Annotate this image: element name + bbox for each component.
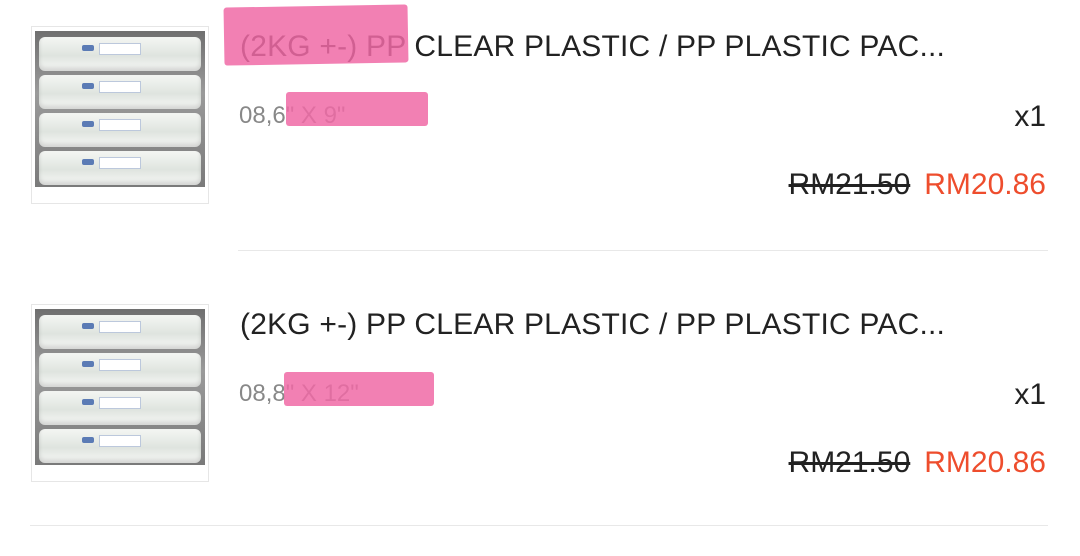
quantity: x1 [1014, 100, 1046, 133]
discounted-price: RM20.86 [924, 446, 1046, 479]
product-thumbnail[interactable] [31, 304, 209, 482]
product-title[interactable]: (2KG +-) PP CLEAR PLASTIC / PP PLASTIC P… [240, 30, 1050, 64]
plastic-bag-image [39, 75, 201, 109]
divider [30, 525, 1048, 526]
quantity: x1 [1014, 378, 1046, 411]
original-price: RM21.50 [788, 168, 911, 201]
price-row: RM21.50 RM20.86 [789, 446, 1046, 480]
order-item[interactable]: (2KG +-) PP CLEAR PLASTIC / PP PLASTIC P… [0, 278, 1080, 556]
order-item[interactable]: (2KG +-) PP CLEAR PLASTIC / PP PLASTIC P… [0, 0, 1080, 278]
original-price: RM21.50 [788, 446, 911, 479]
product-thumbnail[interactable] [31, 26, 209, 204]
plastic-bag-image [39, 113, 201, 147]
discounted-price: RM20.86 [924, 168, 1046, 201]
product-title[interactable]: (2KG +-) PP CLEAR PLASTIC / PP PLASTIC P… [240, 308, 1050, 342]
price-row: RM21.50 RM20.86 [789, 168, 1046, 202]
product-variation: 08,6" X 9" [239, 102, 346, 129]
divider [238, 250, 1048, 251]
plastic-bag-image [39, 353, 201, 387]
plastic-bag-image [39, 151, 201, 185]
product-image [35, 31, 205, 187]
plastic-bag-image [39, 391, 201, 425]
plastic-bag-image [39, 429, 201, 463]
plastic-bag-image [39, 315, 201, 349]
product-image [35, 309, 205, 465]
product-variation: 08,8" X 12" [239, 380, 359, 407]
plastic-bag-image [39, 37, 201, 71]
